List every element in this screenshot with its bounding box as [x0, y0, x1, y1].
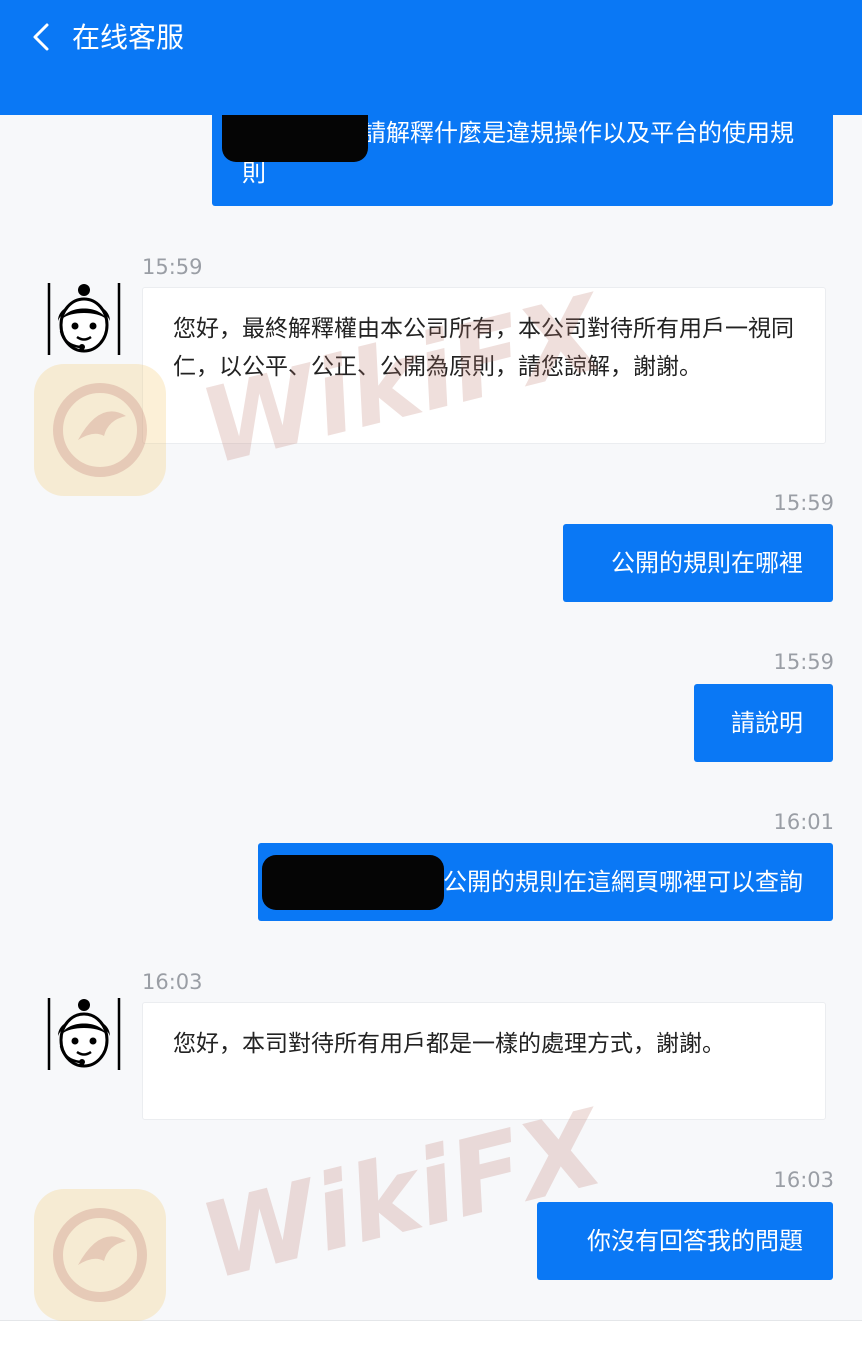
message-timestamp: 16:01	[773, 810, 834, 834]
bottom-input-bar[interactable]	[0, 1320, 862, 1349]
outgoing-message[interactable]: 請說明	[694, 684, 833, 762]
message-text: 您好，本司對待所有用戶都是一樣的處理方式，謝謝。	[173, 1031, 725, 1057]
message-text: 公開的規則在這網頁哪裡可以查詢	[443, 868, 803, 896]
redaction-mark	[262, 855, 444, 910]
message-text: 公開的規則在哪裡	[611, 549, 803, 577]
message-text: 您好，最終解釋權由本公司所有，本公司對待所有用戶一視同仁，以公平、公正、公開為原…	[173, 316, 794, 380]
outgoing-message[interactable]: 公開的規則在哪裡	[563, 524, 833, 602]
back-button[interactable]	[22, 16, 58, 58]
message-timestamp: 15:59	[773, 650, 834, 674]
incoming-message[interactable]: 您好，本司對待所有用戶都是一樣的處理方式，謝謝。	[142, 1002, 826, 1120]
message-timestamp: 15:59	[773, 491, 834, 515]
incoming-message[interactable]: 您好，最終解釋權由本公司所有，本公司對待所有用戶一視同仁，以公平、公正、公開為原…	[142, 287, 826, 444]
agent-avatar-icon	[47, 998, 121, 1070]
message-text: 請說明	[731, 709, 803, 737]
message-timestamp: 16:03	[142, 970, 203, 994]
agent-avatar-icon	[47, 283, 121, 355]
message-timestamp: 16:03	[773, 1168, 834, 1192]
message-list[interactable]: 請解釋什麼是違規操作以及平台的使用規則 15:59 您好，最終解釋權由本公司所有…	[0, 0, 862, 1320]
outgoing-message[interactable]: 你沒有回答我的問題	[537, 1202, 833, 1280]
app-header: 在线客服	[0, 0, 862, 115]
message-text: 你沒有回答我的問題	[587, 1227, 803, 1255]
message-timestamp: 15:59	[142, 255, 203, 279]
page-title: 在线客服	[72, 21, 185, 54]
chevron-left-icon	[33, 23, 49, 51]
